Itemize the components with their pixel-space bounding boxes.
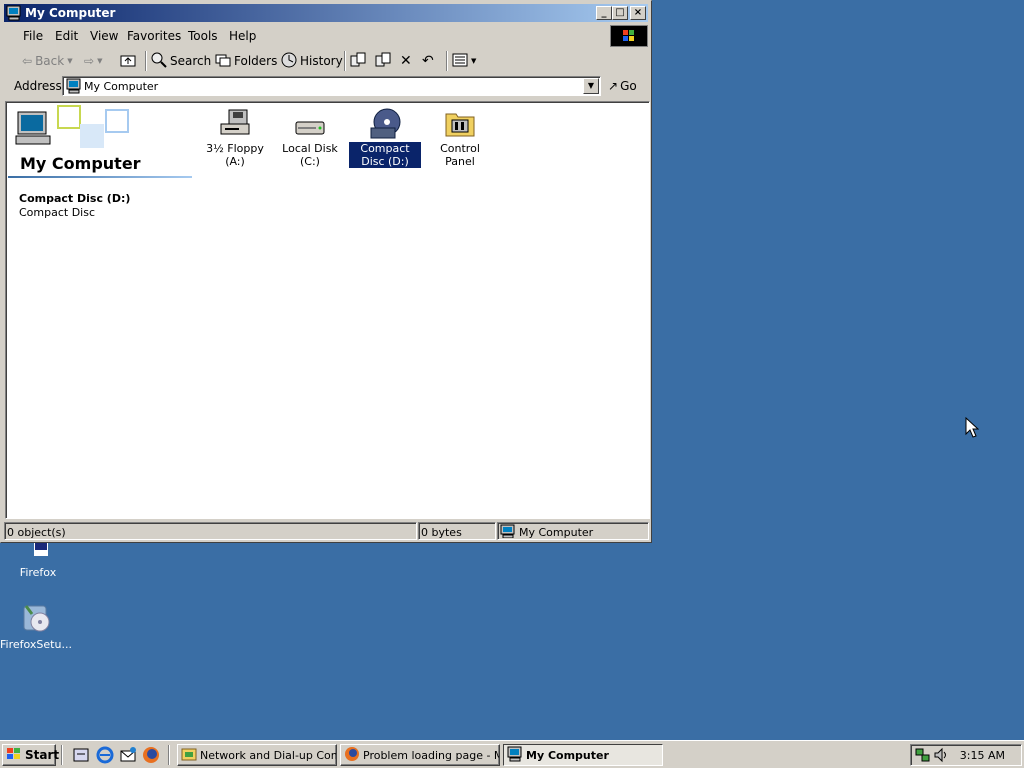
chevron-down-icon: ▼ [471,57,477,65]
search-button[interactable]: Search [151,52,211,70]
menu-file[interactable]: File [23,29,43,43]
copy-to-icon [375,52,391,71]
copy-to-button[interactable] [375,52,391,70]
computer-icon [66,78,82,97]
menu-favorites[interactable]: Favorites [127,29,181,43]
outlook-express-icon[interactable] [119,746,137,764]
history-icon [281,52,297,71]
views-icon [452,53,468,70]
toolbar-separator [446,51,448,71]
back-arrow-icon: ⇦ [22,54,33,68]
system-tray: 3:15 AM [910,744,1022,766]
item-label: Control Panel [440,142,480,168]
computer-icon [507,746,523,765]
taskbar: Start Network and Dial-up Con... Problem… [0,740,1024,768]
desktop-icon-firefox-setup[interactable]: FirefoxSetu... [0,602,74,651]
up-folder-button[interactable] [120,52,136,70]
floppy-drive-icon [219,108,251,140]
task-firefox[interactable]: Problem loading page - M... [340,744,500,766]
network-connection-icon[interactable] [915,747,931,766]
clock[interactable]: 3:15 AM [960,749,1005,762]
toolbar-separator [344,51,346,71]
window-title: My Computer [25,6,116,20]
panel-title: My Computer [20,154,141,173]
toolbar-separator [145,51,147,71]
status-bar: 0 object(s) 0 bytes My Computer [4,521,649,541]
computer-icon [6,5,22,21]
folder-view: My Computer Compact Disc (D:) Compact Di… [5,101,650,519]
menu-view[interactable]: View [90,29,118,43]
delete-icon: ✕ [400,53,412,69]
taskbar-separator [168,745,170,765]
history-button[interactable]: History [281,52,343,70]
search-icon [151,52,167,71]
start-button[interactable]: Start [2,744,59,766]
address-label: Address [14,79,62,93]
go-arrow-icon: ↗ [608,79,619,93]
taskbar-separator [61,745,63,765]
close-button[interactable]: × [630,6,646,20]
views-button[interactable]: ▼ [452,52,476,70]
control-panel-item[interactable]: Control Panel [424,108,496,168]
my-computer-banner-icon [10,104,130,157]
desktop-icon-label: Firefox [19,566,57,579]
control-panel-icon [444,108,476,140]
status-zone: My Computer [497,522,649,540]
forward-arrow-icon: ⇨ [84,54,95,68]
firefox-icon[interactable] [142,746,160,764]
menu-tools[interactable]: Tools [188,29,218,43]
address-value: My Computer [84,80,159,93]
chevron-down-icon: ▼ [97,57,103,65]
selected-item-type: Compact Disc [19,206,96,219]
forward-button[interactable]: ⇨ ▼ [84,52,102,70]
move-to-button[interactable] [350,52,366,70]
delete-button[interactable]: ✕ [400,52,412,70]
drive-label: Local Disk (C:) [282,142,338,168]
drive-floppy-a[interactable]: 3½ Floppy (A:) [199,108,271,168]
selected-item-name: Compact Disc (D:) [19,192,131,205]
hard-disk-icon [294,108,326,140]
desktop-icon-label: FirefoxSetu... [0,638,72,651]
minimize-button[interactable]: _ [596,6,612,20]
toolbar: ⇦ Back ▼ ⇨ ▼ Search Folders History ✕ ↶ … [4,49,648,73]
maximize-button[interactable]: □ [612,6,628,20]
cd-drive-icon [369,108,401,140]
windows-logo-icon [6,747,22,764]
drive-label: Compact Disc (D:) [349,142,421,168]
firefox-icon [344,746,360,765]
address-bar: Address My Computer ▼ ↗ Go [4,74,648,98]
up-folder-icon [120,53,136,70]
network-folder-icon [181,746,197,765]
drive-local-disk-c[interactable]: Local Disk (C:) [274,108,346,168]
status-size: 0 bytes [418,522,496,540]
move-to-icon [350,52,366,71]
back-button[interactable]: ⇦ Back ▼ [22,52,73,70]
task-network-dialup[interactable]: Network and Dial-up Con... [177,744,337,766]
installer-icon [20,602,52,634]
go-button[interactable]: ↗ Go [608,77,637,95]
windows-logo-icon [610,25,648,47]
mouse-cursor-icon [965,416,980,442]
menu-edit[interactable]: Edit [55,29,78,43]
computer-icon [500,524,516,541]
menu-bar: File Edit View Favorites Tools Help [4,25,648,47]
title-bar[interactable]: My Computer _ □ × [4,4,648,22]
address-dropdown-button[interactable]: ▼ [583,78,599,94]
drive-label: 3½ Floppy (A:) [206,142,264,168]
menu-help[interactable]: Help [229,29,256,43]
volume-icon[interactable] [933,747,949,766]
task-my-computer[interactable]: My Computer [503,744,663,766]
folders-icon [215,53,231,70]
undo-button[interactable]: ↶ [422,52,434,70]
address-input[interactable]: My Computer ▼ [62,76,601,96]
undo-icon: ↶ [422,53,434,69]
folders-button[interactable]: Folders [215,52,277,70]
my-computer-window: My Computer _ □ × File Edit View Favorit… [0,0,652,543]
show-desktop-icon[interactable] [72,746,90,764]
panel-divider [8,176,192,178]
internet-explorer-icon[interactable] [96,746,114,764]
drive-compact-disc-d[interactable]: Compact Disc (D:) [349,108,421,168]
status-object-count: 0 object(s) [4,522,417,540]
chevron-down-icon: ▼ [67,57,73,65]
